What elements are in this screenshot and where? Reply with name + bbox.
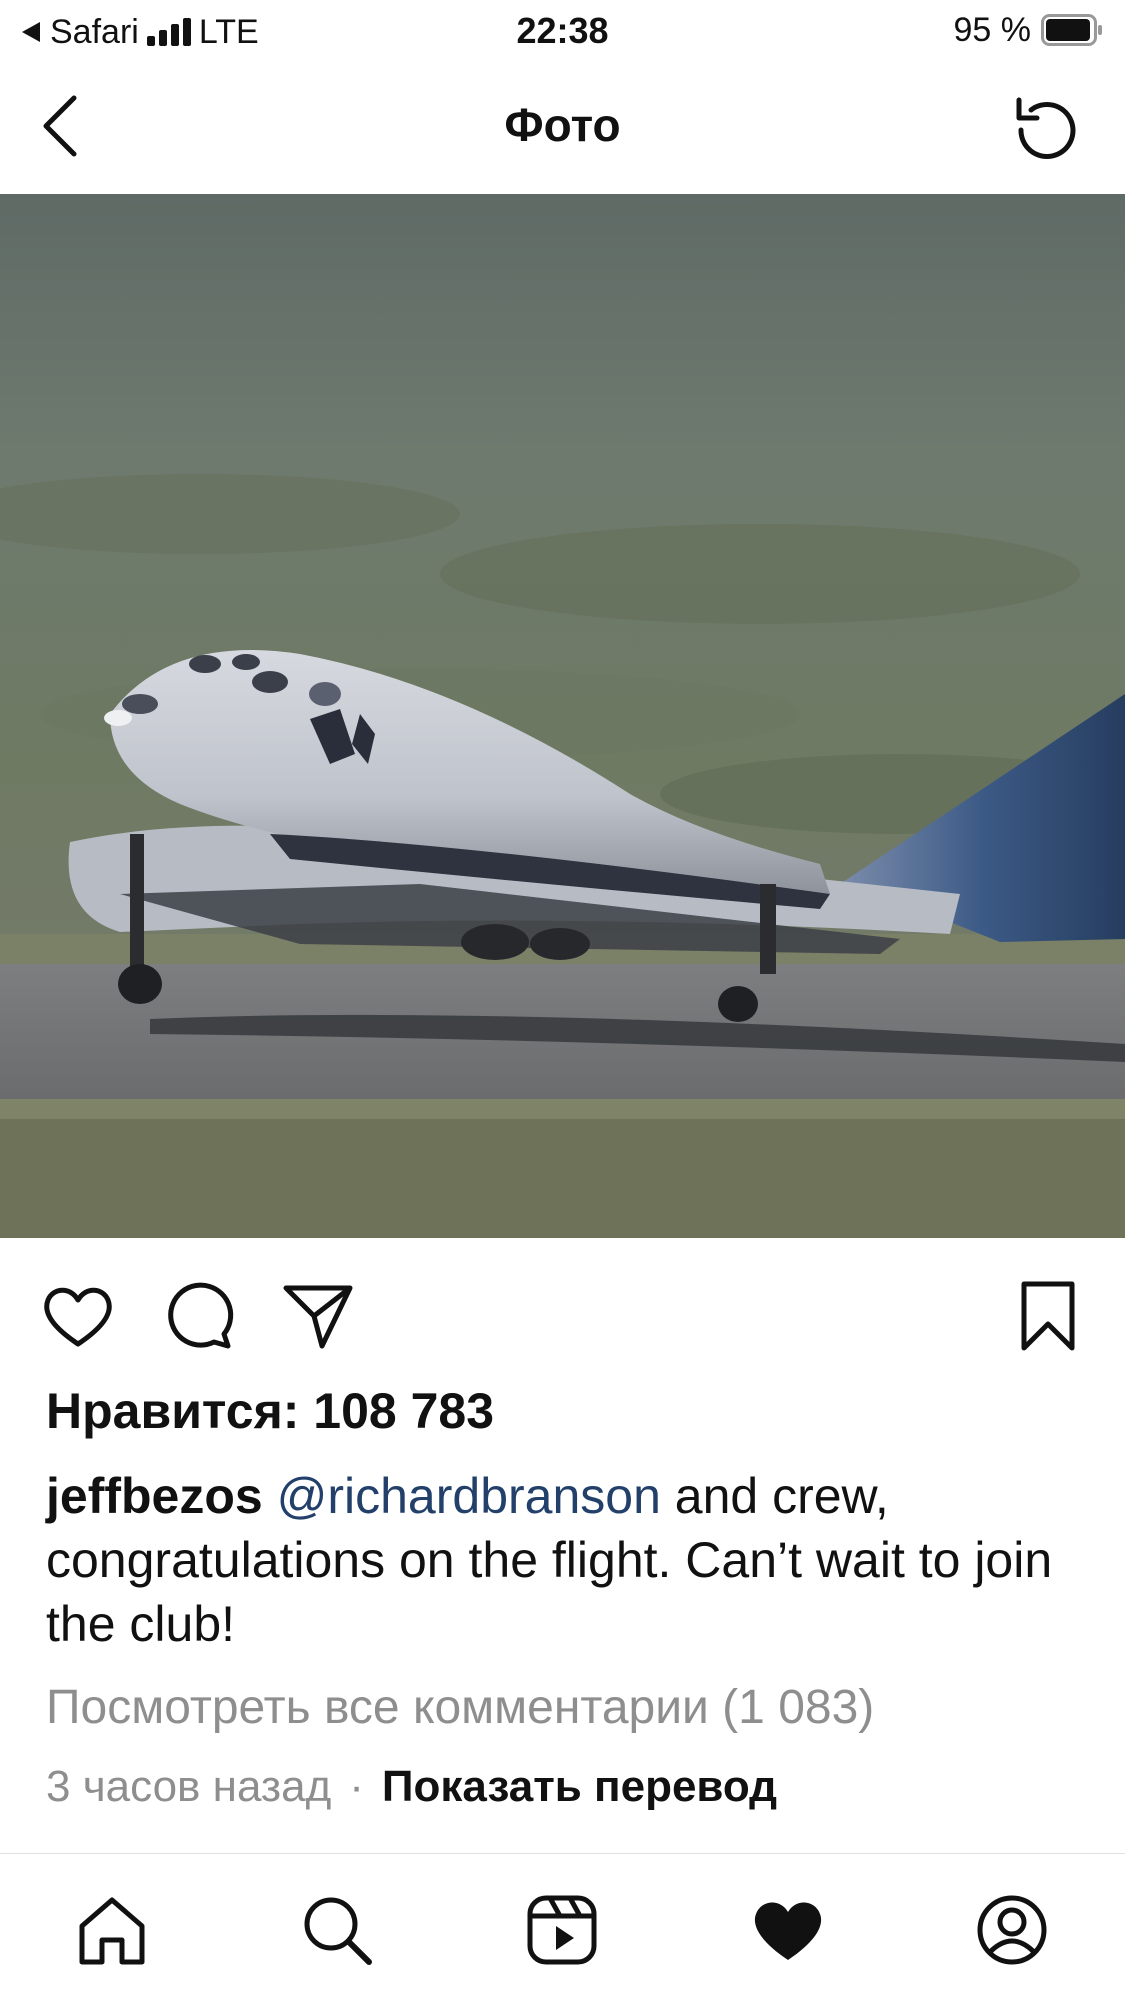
heart-icon: [44, 1287, 112, 1347]
refresh-button[interactable]: [1005, 90, 1085, 170]
post-caption: jeffbezos @richardbranson and crew, cong…: [46, 1464, 1086, 1656]
profile-icon: [977, 1895, 1047, 1965]
caption-mention[interactable]: @richardbranson: [277, 1468, 661, 1524]
activity-heart-icon: [754, 1902, 822, 1960]
home-icon: [79, 1897, 145, 1965]
battery-icon: [1041, 14, 1102, 46]
likes-count[interactable]: Нравится: 108 783: [46, 1382, 494, 1440]
post-timestamp: 3 часов назад: [46, 1762, 332, 1811]
comment-button[interactable]: [158, 1276, 238, 1356]
tab-profile[interactable]: [972, 1890, 1052, 1970]
spaceplane-landing-image: [0, 194, 1125, 1238]
tab-activity[interactable]: [748, 1890, 828, 1970]
search-icon: [304, 1897, 372, 1965]
like-button[interactable]: [38, 1276, 118, 1356]
page-title: Фото: [504, 99, 621, 151]
status-right: 95 %: [954, 10, 1104, 50]
refresh-icon: [1016, 97, 1076, 159]
post-photo[interactable]: [0, 194, 1125, 1238]
post-actions: [0, 1270, 1125, 1360]
reels-icon: [527, 1895, 597, 1965]
comment-icon: [168, 1282, 234, 1349]
battery-percent: 95 %: [953, 10, 1032, 49]
tab-reels[interactable]: [522, 1890, 602, 1970]
share-icon: [283, 1285, 353, 1349]
post-meta: 3 часов назад · Показать перевод: [46, 1762, 777, 1812]
tab-home[interactable]: [72, 1890, 152, 1970]
meta-separator: ·: [349, 1762, 364, 1811]
caption-username[interactable]: jeffbezos: [46, 1468, 263, 1524]
save-button[interactable]: [1008, 1276, 1088, 1356]
share-button[interactable]: [278, 1276, 358, 1356]
tab-search[interactable]: [297, 1890, 377, 1970]
bottom-tab-bar: [0, 1853, 1125, 2002]
bookmark-icon: [1021, 1281, 1075, 1351]
view-all-comments-link[interactable]: Посмотреть все комментарии (1 083): [46, 1680, 874, 1735]
top-bar: Фото: [0, 62, 1125, 195]
show-translation-link[interactable]: Показать перевод: [382, 1762, 777, 1812]
status-bar: Safari LTE 22:38 95 %: [0, 0, 1125, 62]
